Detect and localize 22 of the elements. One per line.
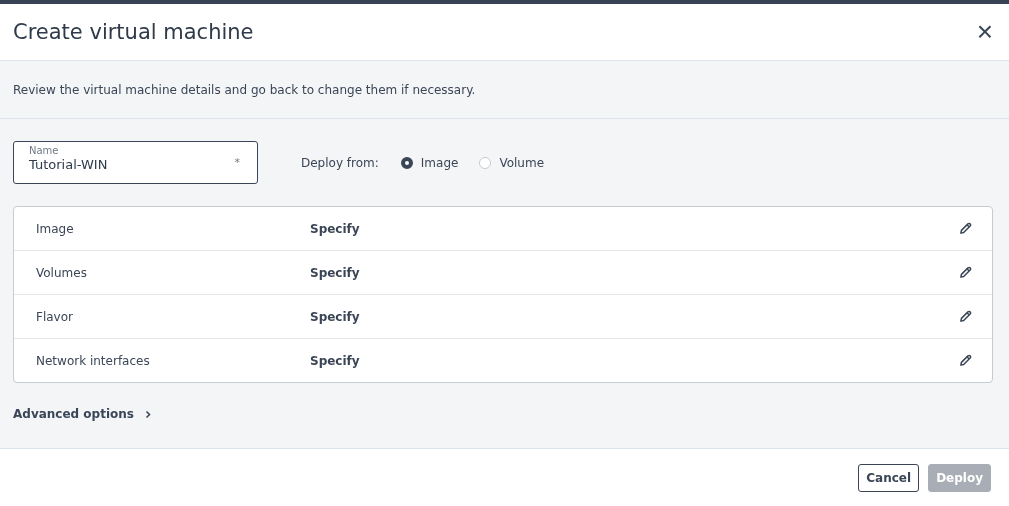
detail-value: Specify <box>310 309 361 324</box>
cancel-button[interactable]: Cancel <box>858 464 920 492</box>
detail-name: Volumes <box>36 265 88 280</box>
advanced-options-toggle[interactable]: Advanced options <box>13 407 151 421</box>
detail-value: Specify <box>310 265 361 280</box>
chevron-icon <box>145 409 151 419</box>
close-button[interactable]: × <box>974 18 995 46</box>
radio-option[interactable]: Image <box>400 155 459 170</box>
detail-value: Specify <box>310 221 361 236</box>
edit-icon[interactable] <box>959 266 972 279</box>
name-field[interactable]: Name Tutorial-WIN * <box>13 141 258 184</box>
radio-option[interactable]: Volume <box>479 155 545 170</box>
edit-icon[interactable] <box>959 354 972 367</box>
detail-name: Flavor <box>36 309 74 324</box>
description-text: Review the virtual machine details and go back to change them if necessary. <box>13 82 476 97</box>
deploy-from-label: Deploy from: <box>301 155 379 170</box>
detail-name: Image <box>36 221 75 236</box>
edit-icon[interactable] <box>959 222 972 235</box>
dialog-title: Create virtual machine <box>13 20 254 44</box>
edit-icon[interactable] <box>959 310 972 323</box>
detail-value: Specify <box>310 353 361 368</box>
detail-name: Network interfaces <box>36 353 151 368</box>
